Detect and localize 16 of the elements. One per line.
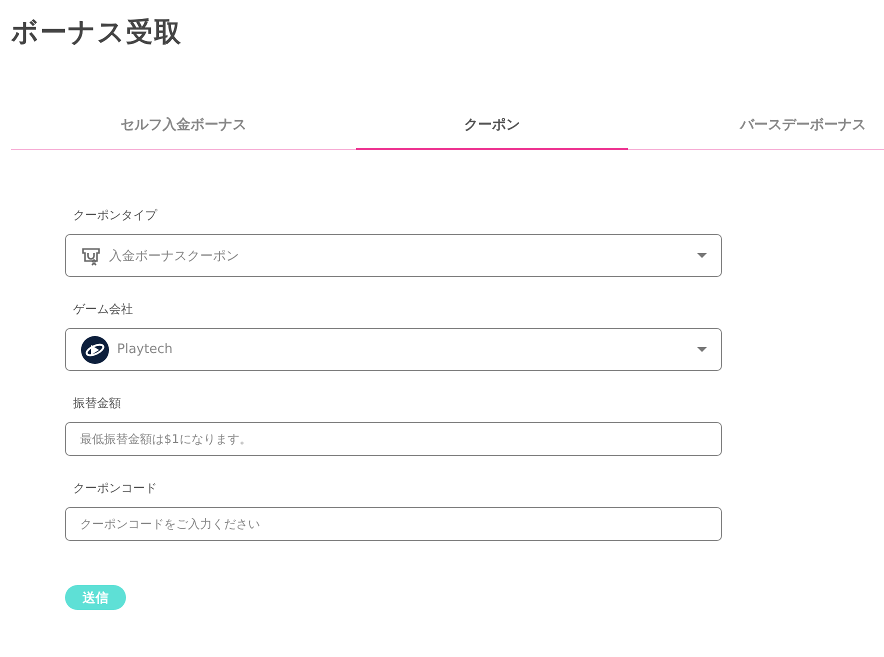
tab[interactable]: セルフ入金ボーナス xyxy=(11,102,356,150)
caret-icon xyxy=(697,253,707,258)
field-label: クーポンタイプ xyxy=(73,207,158,224)
logo-icon xyxy=(81,336,109,364)
input-field[interactable]: クーポンコードをご入力ください xyxy=(65,507,722,541)
tab[interactable]: バースデーボーナス xyxy=(628,102,884,150)
caret-icon xyxy=(697,347,707,352)
dropdown[interactable]: 入金ボーナスクーポン xyxy=(65,234,722,277)
tab[interactable]: クーポン xyxy=(356,102,628,150)
dropdown[interactable]: Playtech xyxy=(65,328,722,371)
field-label: クーポンコード xyxy=(73,480,158,497)
input-field[interactable]: 最低振替金額は$1になります。 xyxy=(65,422,722,456)
coupon-icon xyxy=(81,246,101,266)
field-label: 振替金額 xyxy=(73,395,122,412)
page-title: ボーナス受取 xyxy=(11,16,183,50)
field-label: ゲーム会社 xyxy=(73,301,134,318)
